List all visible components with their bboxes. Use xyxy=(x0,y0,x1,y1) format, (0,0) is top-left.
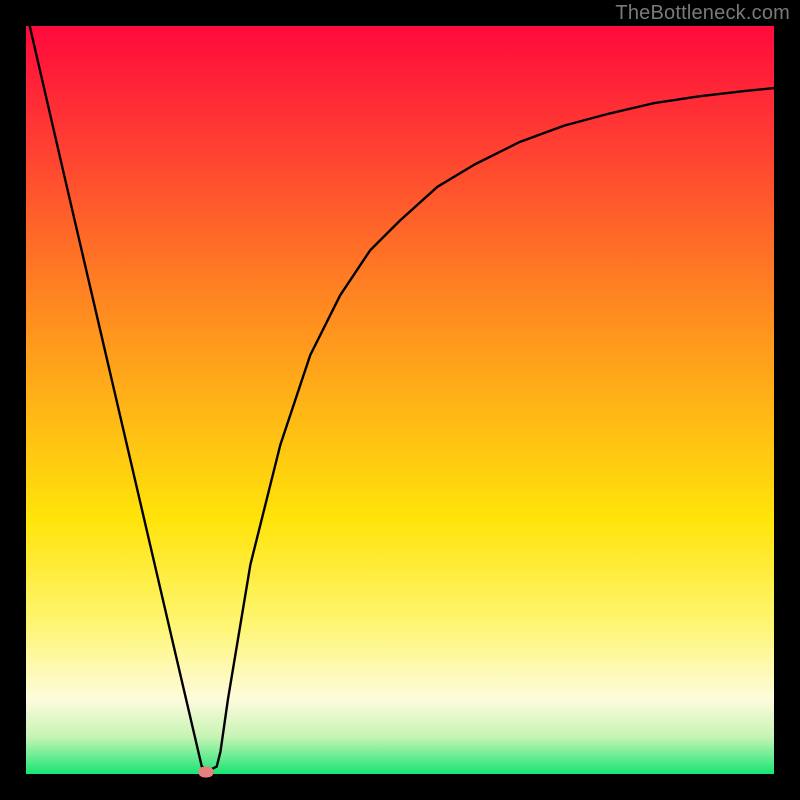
bottleneck-curve xyxy=(30,26,774,770)
curve-layer xyxy=(26,26,774,774)
chart-frame: TheBottleneck.com xyxy=(0,0,800,800)
optimum-marker xyxy=(198,766,213,777)
watermark-text: TheBottleneck.com xyxy=(615,2,790,25)
